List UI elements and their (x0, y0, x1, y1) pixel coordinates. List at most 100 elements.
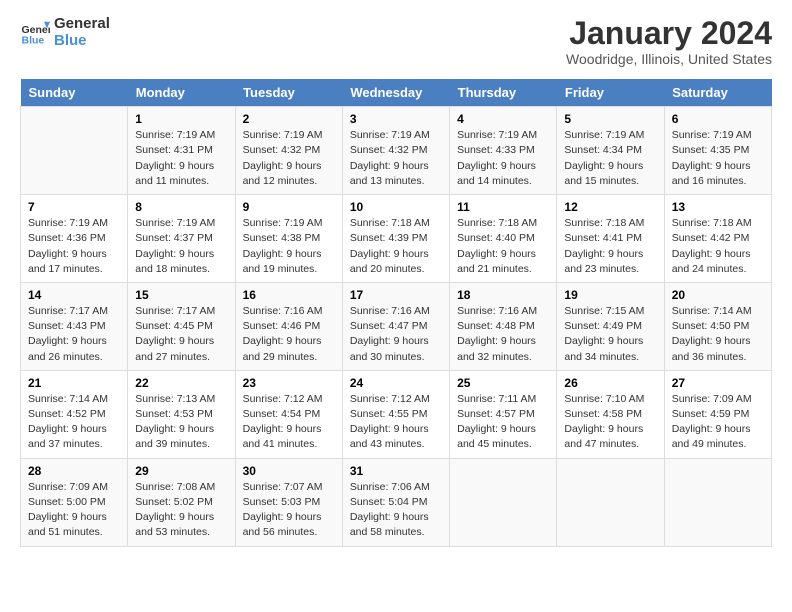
calendar-cell: 3 Sunrise: 7:19 AM Sunset: 4:32 PM Daylig… (342, 107, 449, 195)
calendar-cell (450, 458, 557, 546)
week-row-3: 14Sunrise: 7:17 AM Sunset: 4:43 PM Dayli… (21, 282, 772, 370)
header-cell-sunday: Sunday (21, 79, 128, 107)
calendar-cell: 20 Sunrise: 7:14 AM Sunset: 4:50 PM Dayli… (664, 282, 771, 370)
day-detail: Sunrise: 7:18 AM Sunset: 4:40 PM Dayligh… (457, 216, 549, 277)
header-cell-friday: Friday (557, 79, 664, 107)
logo-line2: Blue (54, 33, 110, 50)
day-number: 11 (457, 200, 549, 214)
day-detail: Sunrise: 7:17 AM Sunset: 4:43 PM Dayligh… (28, 304, 120, 365)
calendar-cell: 25 Sunrise: 7:11 AM Sunset: 4:57 PM Dayli… (450, 370, 557, 458)
header-row: SundayMondayTuesdayWednesdayThursdayFrid… (21, 79, 772, 107)
day-number: 12 (564, 200, 656, 214)
day-detail: Sunrise: 7:14 AM Sunset: 4:50 PM Dayligh… (672, 304, 764, 365)
week-row-5: 28 Sunrise: 7:09 AM Sunset: 5:00 PM Dayli… (21, 458, 772, 546)
calendar-cell: 29 Sunrise: 7:08 AM Sunset: 5:02 PM Dayli… (128, 458, 235, 546)
day-detail: Sunrise: 7:19 AM Sunset: 4:33 PM Dayligh… (457, 128, 549, 189)
day-detail: Sunrise: 7:18 AM Sunset: 4:39 PM Dayligh… (350, 216, 442, 277)
day-detail: Sunrise: 7:18 AM Sunset: 4:41 PM Dayligh… (564, 216, 656, 277)
calendar-cell: 8Sunrise: 7:19 AM Sunset: 4:37 PM Daylig… (128, 195, 235, 283)
header-cell-monday: Monday (128, 79, 235, 107)
calendar-cell: 23Sunrise: 7:12 AM Sunset: 4:54 PM Dayli… (235, 370, 342, 458)
day-detail: Sunrise: 7:19 AM Sunset: 4:34 PM Dayligh… (564, 128, 656, 189)
calendar-cell: 21Sunrise: 7:14 AM Sunset: 4:52 PM Dayli… (21, 370, 128, 458)
day-number: 2 (243, 112, 335, 126)
day-detail: Sunrise: 7:19 AM Sunset: 4:32 PM Dayligh… (350, 128, 442, 189)
calendar-cell: 13 Sunrise: 7:18 AM Sunset: 4:42 PM Dayli… (664, 195, 771, 283)
calendar-cell: 28 Sunrise: 7:09 AM Sunset: 5:00 PM Dayli… (21, 458, 128, 546)
week-row-1: 1 Sunrise: 7:19 AM Sunset: 4:31 PM Daylig… (21, 107, 772, 195)
day-number: 30 (243, 464, 335, 478)
calendar-cell: 30 Sunrise: 7:07 AM Sunset: 5:03 PM Dayli… (235, 458, 342, 546)
day-detail: Sunrise: 7:18 AM Sunset: 4:42 PM Dayligh… (672, 216, 764, 277)
logo: General Blue General Blue (20, 16, 110, 49)
calendar-cell: 5 Sunrise: 7:19 AM Sunset: 4:34 PM Daylig… (557, 107, 664, 195)
day-number: 22 (135, 376, 227, 390)
day-detail: Sunrise: 7:12 AM Sunset: 4:54 PM Dayligh… (243, 392, 335, 453)
day-detail: Sunrise: 7:06 AM Sunset: 5:04 PM Dayligh… (350, 480, 442, 541)
calendar-cell: 15 Sunrise: 7:17 AM Sunset: 4:45 PM Dayli… (128, 282, 235, 370)
calendar-cell: 14Sunrise: 7:17 AM Sunset: 4:43 PM Dayli… (21, 282, 128, 370)
day-number: 10 (350, 200, 442, 214)
week-row-2: 7Sunrise: 7:19 AM Sunset: 4:36 PM Daylig… (21, 195, 772, 283)
day-number: 31 (350, 464, 442, 478)
day-detail: Sunrise: 7:19 AM Sunset: 4:35 PM Dayligh… (672, 128, 764, 189)
calendar-cell: 18Sunrise: 7:16 AM Sunset: 4:48 PM Dayli… (450, 282, 557, 370)
day-number: 5 (564, 112, 656, 126)
day-number: 3 (350, 112, 442, 126)
calendar-cell (664, 458, 771, 546)
day-detail: Sunrise: 7:19 AM Sunset: 4:36 PM Dayligh… (28, 216, 120, 277)
day-number: 18 (457, 288, 549, 302)
day-detail: Sunrise: 7:09 AM Sunset: 5:00 PM Dayligh… (28, 480, 120, 541)
page-title: January 2024 (566, 16, 772, 51)
calendar-cell: 19 Sunrise: 7:15 AM Sunset: 4:49 PM Dayli… (557, 282, 664, 370)
day-detail: Sunrise: 7:13 AM Sunset: 4:53 PM Dayligh… (135, 392, 227, 453)
page-subtitle: Woodridge, Illinois, United States (566, 51, 772, 67)
day-detail: Sunrise: 7:17 AM Sunset: 4:45 PM Dayligh… (135, 304, 227, 365)
calendar-cell: 6Sunrise: 7:19 AM Sunset: 4:35 PM Daylig… (664, 107, 771, 195)
day-detail: Sunrise: 7:19 AM Sunset: 4:37 PM Dayligh… (135, 216, 227, 277)
day-detail: Sunrise: 7:10 AM Sunset: 4:58 PM Dayligh… (564, 392, 656, 453)
calendar-cell: 27Sunrise: 7:09 AM Sunset: 4:59 PM Dayli… (664, 370, 771, 458)
day-detail: Sunrise: 7:15 AM Sunset: 4:49 PM Dayligh… (564, 304, 656, 365)
day-number: 19 (564, 288, 656, 302)
calendar-cell: 12 Sunrise: 7:18 AM Sunset: 4:41 PM Dayli… (557, 195, 664, 283)
day-number: 24 (350, 376, 442, 390)
calendar-cell: 11 Sunrise: 7:18 AM Sunset: 4:40 PM Dayli… (450, 195, 557, 283)
day-detail: Sunrise: 7:19 AM Sunset: 4:38 PM Dayligh… (243, 216, 335, 277)
day-number: 4 (457, 112, 549, 126)
day-detail: Sunrise: 7:19 AM Sunset: 4:31 PM Dayligh… (135, 128, 227, 189)
header-cell-thursday: Thursday (450, 79, 557, 107)
day-detail: Sunrise: 7:19 AM Sunset: 4:32 PM Dayligh… (243, 128, 335, 189)
calendar-cell: 17 Sunrise: 7:16 AM Sunset: 4:47 PM Dayli… (342, 282, 449, 370)
page-header: General Blue General Blue January 2024 W… (20, 16, 772, 67)
title-block: January 2024 Woodridge, Illinois, United… (566, 16, 772, 67)
header-cell-saturday: Saturday (664, 79, 771, 107)
day-detail: Sunrise: 7:16 AM Sunset: 4:46 PM Dayligh… (243, 304, 335, 365)
day-number: 21 (28, 376, 120, 390)
day-number: 15 (135, 288, 227, 302)
day-detail: Sunrise: 7:16 AM Sunset: 4:47 PM Dayligh… (350, 304, 442, 365)
day-detail: Sunrise: 7:08 AM Sunset: 5:02 PM Dayligh… (135, 480, 227, 541)
day-number: 13 (672, 200, 764, 214)
day-number: 20 (672, 288, 764, 302)
day-number: 28 (28, 464, 120, 478)
svg-text:Blue: Blue (22, 34, 45, 46)
day-number: 29 (135, 464, 227, 478)
day-number: 16 (243, 288, 335, 302)
calendar-cell: 10 Sunrise: 7:18 AM Sunset: 4:39 PM Dayli… (342, 195, 449, 283)
day-detail: Sunrise: 7:11 AM Sunset: 4:57 PM Dayligh… (457, 392, 549, 453)
header-cell-tuesday: Tuesday (235, 79, 342, 107)
day-number: 17 (350, 288, 442, 302)
day-number: 1 (135, 112, 227, 126)
day-detail: Sunrise: 7:12 AM Sunset: 4:55 PM Dayligh… (350, 392, 442, 453)
calendar-cell: 4 Sunrise: 7:19 AM Sunset: 4:33 PM Daylig… (450, 107, 557, 195)
calendar-cell: 16 Sunrise: 7:16 AM Sunset: 4:46 PM Dayli… (235, 282, 342, 370)
calendar-cell: 26Sunrise: 7:10 AM Sunset: 4:58 PM Dayli… (557, 370, 664, 458)
calendar-cell: 1 Sunrise: 7:19 AM Sunset: 4:31 PM Daylig… (128, 107, 235, 195)
day-detail: Sunrise: 7:07 AM Sunset: 5:03 PM Dayligh… (243, 480, 335, 541)
header-cell-wednesday: Wednesday (342, 79, 449, 107)
calendar-table: SundayMondayTuesdayWednesdayThursdayFrid… (20, 79, 772, 546)
day-detail: Sunrise: 7:09 AM Sunset: 4:59 PM Dayligh… (672, 392, 764, 453)
day-number: 25 (457, 376, 549, 390)
calendar-cell: 7Sunrise: 7:19 AM Sunset: 4:36 PM Daylig… (21, 195, 128, 283)
